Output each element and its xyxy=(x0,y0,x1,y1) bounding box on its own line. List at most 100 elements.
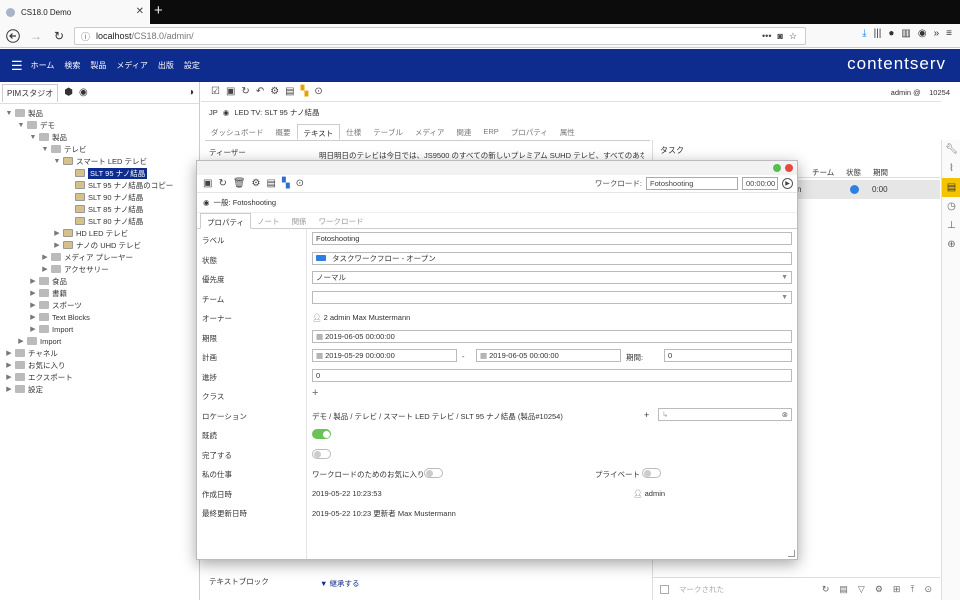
tree-item[interactable]: ▶ エクスポート xyxy=(0,371,199,383)
menu-media[interactable]: メディア xyxy=(116,60,147,71)
expand-icon[interactable]: ▶ xyxy=(5,361,13,369)
save-icon[interactable]: ▣ xyxy=(203,178,212,189)
main-tab[interactable]: 属性 xyxy=(554,124,581,140)
globe-icon[interactable]: ⊕ xyxy=(942,235,960,254)
forward-button[interactable]: → xyxy=(26,26,46,46)
eye-extension-icon[interactable]: ◉ xyxy=(918,28,927,39)
main-tab[interactable]: 概要 xyxy=(270,124,297,140)
workflow-icon[interactable]: ▚ xyxy=(282,178,290,189)
expand-icon[interactable]: ▶ xyxy=(17,337,25,345)
tree-item[interactable]: ▶ ナノの UHD テレビ xyxy=(0,239,199,251)
new-document-icon[interactable]: ▤ xyxy=(839,584,848,595)
browser-tab[interactable]: CS18.0 Demo ✕ xyxy=(0,0,150,24)
expand-icon[interactable]: ▶ xyxy=(5,373,13,381)
eye-icon[interactable]: ◉ xyxy=(79,87,88,98)
page-actions-icon[interactable]: ••• xyxy=(762,31,771,42)
tree-item[interactable]: ▶ お気に入り xyxy=(0,359,199,371)
column-duration[interactable]: 期間 xyxy=(873,167,888,178)
menu-products[interactable]: 製品 xyxy=(90,60,106,71)
upload-icon[interactable]: ⤒ xyxy=(910,584,914,595)
cube-icon[interactable]: ⬢ xyxy=(64,87,73,98)
tree-item[interactable]: ▼ 製品 xyxy=(0,131,199,143)
progress-input[interactable]: 0 xyxy=(312,368,792,382)
collapse-icon[interactable]: ▼ xyxy=(53,158,61,165)
status-select[interactable]: タスクワークフロー - オープン xyxy=(312,251,792,265)
calendar-icon[interactable]: ▦ xyxy=(480,351,487,360)
undo-icon[interactable]: ↶ xyxy=(256,86,264,97)
refresh-icon[interactable]: ↻ xyxy=(218,178,226,189)
calendar-icon[interactable]: ▦ xyxy=(316,351,323,360)
refresh-icon[interactable]: ↻ xyxy=(822,584,830,595)
tree-item[interactable]: ▶ チャネル xyxy=(0,347,199,359)
main-tab[interactable]: ERP xyxy=(477,124,504,140)
play-icon[interactable]: ▶ xyxy=(782,178,793,189)
collapse-icon[interactable]: ▼ xyxy=(5,110,13,117)
dialog-titlebar[interactable] xyxy=(197,161,797,175)
tree-item[interactable]: ▼ 製品 xyxy=(0,107,199,119)
main-tab[interactable]: プロパティ xyxy=(505,124,554,140)
timer-input[interactable]: 00:00:00 xyxy=(742,177,778,190)
main-tab[interactable]: 仕様 xyxy=(340,124,367,140)
dialog-tab[interactable]: ノート xyxy=(251,213,286,228)
main-tab[interactable]: ダッシュボード xyxy=(205,124,270,140)
bookmark-star-icon[interactable]: ☆ xyxy=(789,31,797,42)
dialog-tab[interactable]: 関係 xyxy=(286,213,313,228)
pocket-icon[interactable]: ◙ xyxy=(777,31,782,42)
location-value[interactable]: デモ / 製品 / テレビ / スマート LED テレビ / SLT 95 ナノ… xyxy=(312,411,563,422)
maximize-button[interactable] xyxy=(773,164,781,172)
tree-item[interactable]: SLT 85 ナノ結晶 xyxy=(0,203,199,215)
paperclip-icon[interactable]: ⌇ xyxy=(942,159,960,178)
tab-pim-studio[interactable]: PIMスタジオ xyxy=(2,83,59,102)
add-class-button[interactable]: + xyxy=(312,387,318,399)
menu-home[interactable]: ホーム xyxy=(31,60,55,71)
complete-toggle[interactable] xyxy=(312,448,331,459)
add-icon[interactable]: ⊞ xyxy=(893,584,901,595)
tree-item[interactable]: ▶ 食品 xyxy=(0,275,199,287)
menu-settings[interactable]: 設定 xyxy=(184,60,200,71)
gear-icon[interactable]: ⚙ xyxy=(875,584,883,595)
tree-item[interactable]: ▶ HD LED テレビ xyxy=(0,227,199,239)
expand-icon[interactable]: ▶ xyxy=(29,313,37,321)
tree-item[interactable]: SLT 95 ナノ結晶のコピー xyxy=(0,179,199,191)
private-toggle[interactable] xyxy=(642,468,661,478)
document-icon[interactable]: ▤ xyxy=(285,86,294,97)
tree-item[interactable]: ▼ スマート LED テレビ xyxy=(0,155,199,167)
tree-item[interactable]: ▶ 設定 xyxy=(0,383,199,395)
menu-search[interactable]: 検索 xyxy=(64,60,80,71)
tree-item[interactable]: ▶ メディア プレーヤー xyxy=(0,251,199,263)
main-menu-icon[interactable]: ☰ xyxy=(11,58,23,74)
expand-icon[interactable]: ▶ xyxy=(5,385,13,393)
main-tab[interactable]: テキスト xyxy=(296,124,341,140)
refresh-icon[interactable]: ↻ xyxy=(241,86,249,97)
expand-icon[interactable]: ▶ xyxy=(29,289,37,297)
wrench-icon[interactable]: 🔧︎ xyxy=(942,140,960,159)
sidebar-icon[interactable]: ▥ xyxy=(901,28,910,39)
collapse-icon[interactable]: ▼ xyxy=(17,122,25,129)
marked-filter[interactable]: マークされた xyxy=(679,584,724,595)
expand-icon[interactable]: ▶ xyxy=(29,277,37,285)
priority-select[interactable]: ノーマル ▼ xyxy=(312,271,792,284)
period-input[interactable]: 0 xyxy=(664,349,792,362)
tree-item[interactable]: ▶ アクセサリー xyxy=(0,263,199,275)
filter-icon[interactable]: ▽ xyxy=(858,584,865,595)
close-tab-icon[interactable]: ✕ xyxy=(136,6,144,17)
expand-icon[interactable]: ▶ xyxy=(5,349,13,357)
clipboard-icon[interactable]: ▤ xyxy=(942,178,960,197)
main-tab[interactable]: テーブル xyxy=(367,124,409,140)
expand-icon[interactable]: ▶ xyxy=(41,253,49,261)
expand-icon[interactable]: ▶ xyxy=(29,301,37,309)
checkbox-icon[interactable]: ☑ xyxy=(211,86,220,97)
team-select[interactable]: ▼ xyxy=(312,290,792,304)
hierarchy-icon[interactable]: ⊥ xyxy=(942,216,960,235)
deadline-input[interactable]: ▦ 2019-06-05 00:00:00 xyxy=(312,329,792,343)
tree-item[interactable]: SLT 95 ナノ結晶 xyxy=(0,167,199,179)
hamburger-menu-icon[interactable]: ≡ xyxy=(946,28,952,39)
address-bar[interactable]: ⓘ localhost/CS18.0/admin/ ••• ◙ ☆ xyxy=(74,27,806,45)
workload-input[interactable]: Fotoshooting xyxy=(646,177,738,190)
main-tab[interactable]: 関連 xyxy=(450,124,477,140)
trash-icon[interactable]: 🗑︎ xyxy=(233,178,246,189)
collapse-icon[interactable]: ▼ xyxy=(41,146,49,153)
tree-item[interactable]: SLT 80 ナノ結晶 xyxy=(0,215,199,227)
new-tab-button[interactable]: + xyxy=(154,2,163,19)
gear-icon[interactable]: ⚙ xyxy=(270,86,279,97)
